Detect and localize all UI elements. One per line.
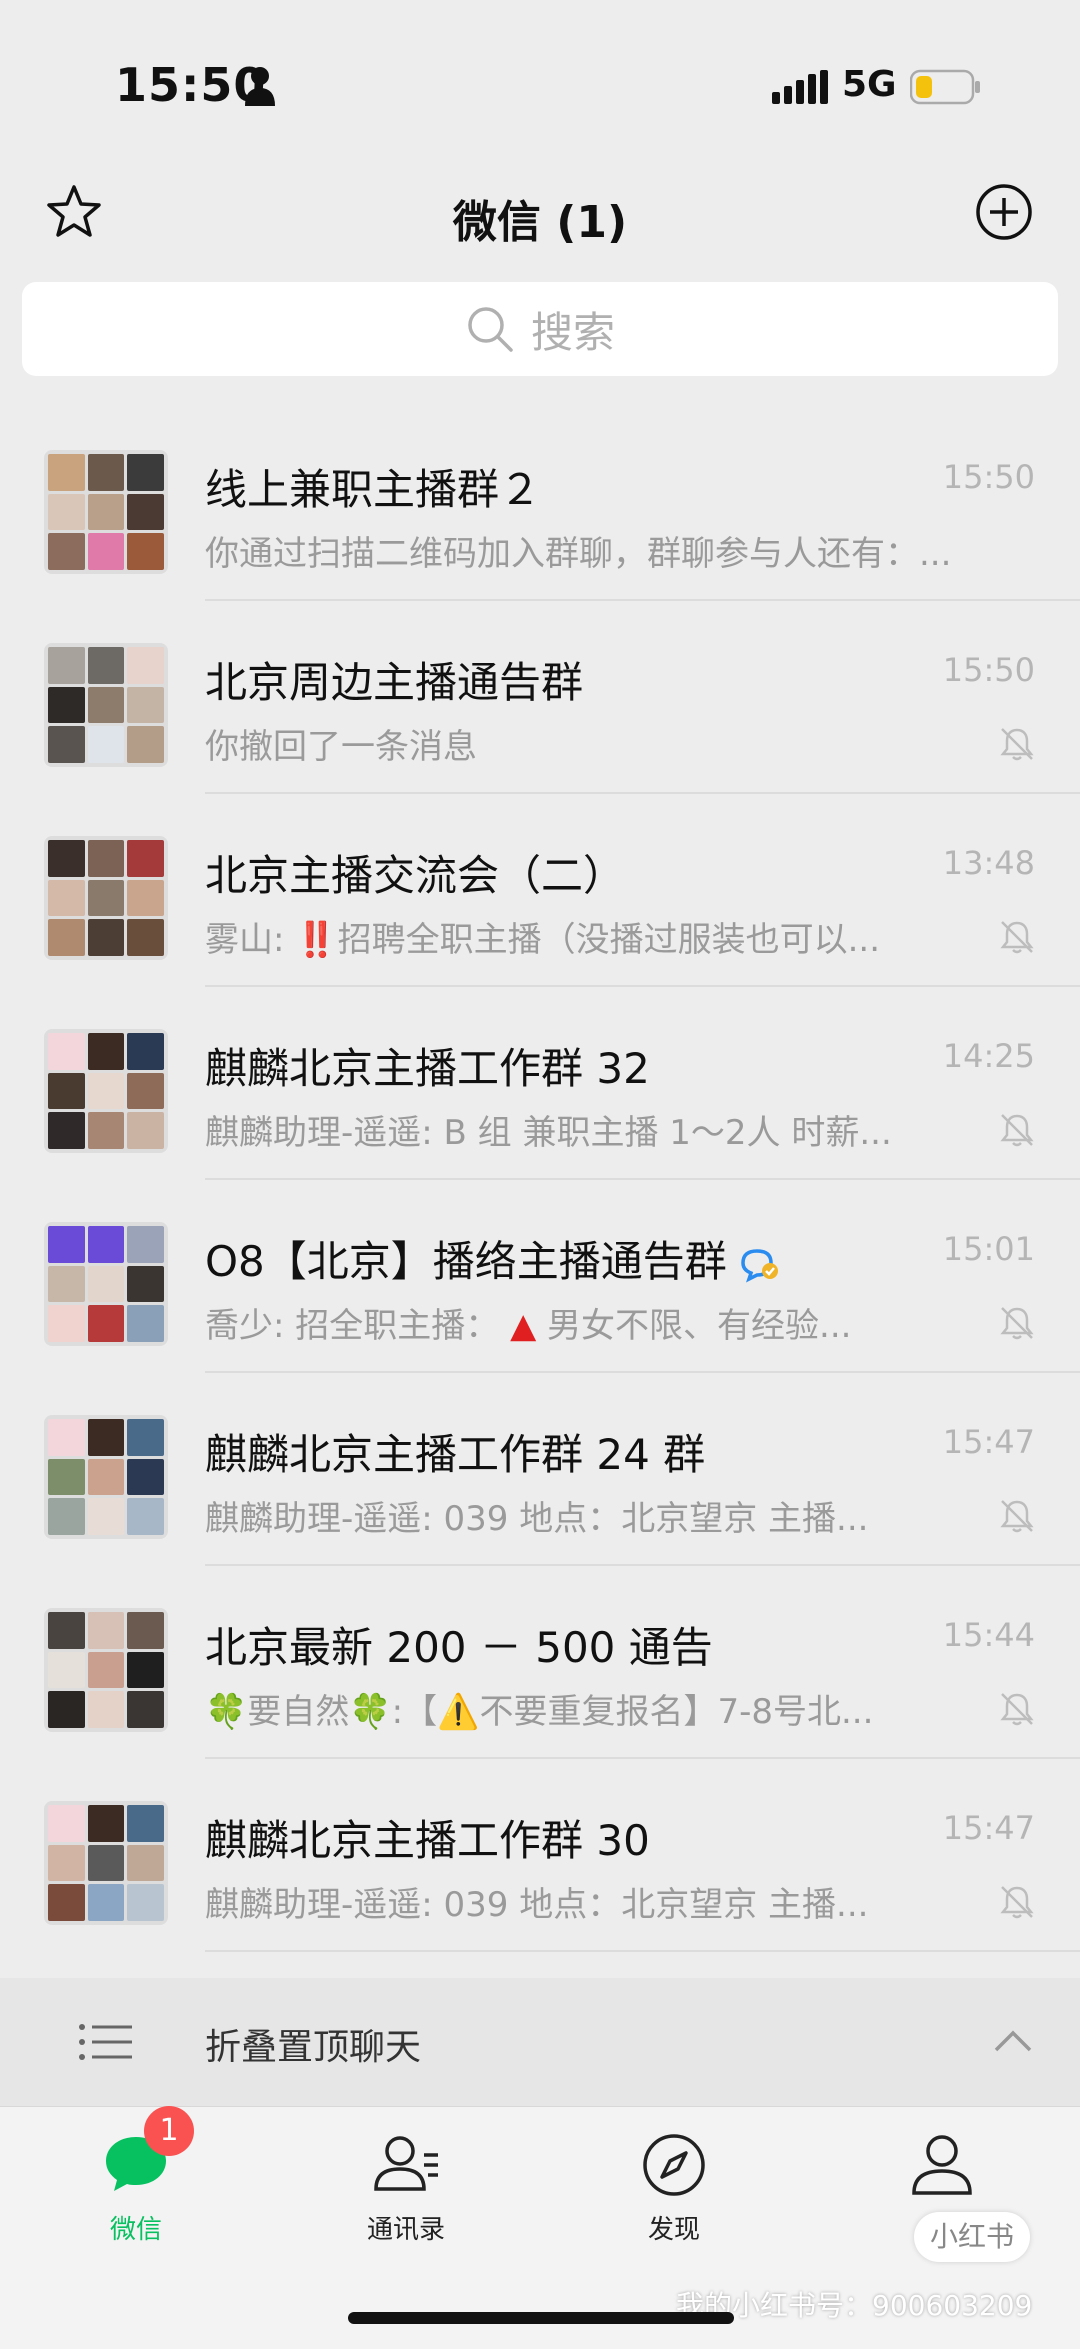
chat-time: 15:47 (942, 1423, 1035, 1461)
chat-preview: 雾山: ‼️招聘全职主播（没播过服装也可以... (205, 920, 881, 960)
unread-badge: 1 (144, 2106, 194, 2156)
chat-row[interactable]: 北京最新 200 － 500 通告 15:44 🍀要自然🍀:【⚠️不要重复报名】… (0, 1566, 1080, 1759)
group-avatar (44, 1222, 168, 1346)
chat-time: 15:50 (942, 651, 1035, 689)
chat-row[interactable]: 北京周边主播通告群 15:50 你撤回了一条消息 (0, 601, 1080, 794)
mute-icon (1000, 728, 1034, 761)
group-avatar (44, 1801, 168, 1925)
chat-name: 麒麟北京主播工作群 24 群 (205, 1430, 706, 1479)
chevron-up-icon[interactable] (990, 2022, 1036, 2058)
person-icon (912, 2135, 972, 2195)
mute-icon (1000, 1500, 1034, 1533)
tab-label: 发现 (647, 2215, 700, 2245)
chat-preview: 麒麟助理-遥遥: 039 地点：北京望京 主播... (205, 1885, 869, 1925)
chat-preview: 麒麟助理-遥遥: 039 地点：北京望京 主播... (205, 1499, 869, 1539)
battery-icon (910, 69, 980, 105)
chat-preview: 你撤回了一条消息 (205, 727, 477, 767)
chat-time: 15:50 (942, 458, 1035, 496)
chat-row[interactable]: 麒麟北京主播工作群 24 群 15:47 麒麟助理-遥遥: 039 地点：北京望… (0, 1373, 1080, 1566)
tab-label: 微信 (109, 2215, 162, 2245)
search-placeholder: 搜索 (530, 307, 615, 357)
chat-time: 15:01 (942, 1230, 1035, 1268)
chat-preview: 你通过扫描二维码加入群聊，群聊参与人还有：... (205, 534, 952, 574)
tab-chats[interactable]: 微信 (36, 2127, 236, 2246)
chat-row[interactable]: 北京主播交流会（二） 13:48 雾山: ‼️招聘全职主播（没播过服装也可以..… (0, 794, 1080, 987)
chat-preview: 喬少: 招全职主播： ▲ 男女不限、有经验... (205, 1306, 852, 1346)
signal-icon (772, 70, 828, 104)
group-avatar (44, 1608, 168, 1732)
group-avatar (44, 450, 168, 574)
tab-contacts[interactable]: 通讯录 (306, 2127, 506, 2246)
group-avatar (44, 836, 168, 960)
chat-time: 13:48 (942, 844, 1035, 882)
group-avatar (44, 643, 168, 767)
chat-preview: 麒麟助理-遥遥: B 组 兼职主播 1～2人 时薪... (205, 1113, 892, 1153)
person-status-icon (245, 67, 275, 106)
chat-name: 麒麟北京主播工作群 30 (205, 1816, 650, 1865)
chat-list: 线上兼职主播群２ 15:50 你通过扫描二维码加入群聊，群聊参与人还有：... … (0, 408, 1080, 1952)
add-icon[interactable] (974, 182, 1034, 242)
chat-time: 14:25 (942, 1037, 1035, 1075)
chat-bubble-badge-icon (741, 1248, 778, 1282)
compass-icon (643, 2134, 705, 2196)
page-title: 微信 (1) (452, 197, 628, 248)
watermark-logo: 小红书 (914, 2212, 1030, 2262)
chat-name: 北京最新 200 － 500 通告 (205, 1623, 713, 1672)
chat-time: 15:44 (942, 1616, 1035, 1654)
mute-icon (1000, 1886, 1034, 1919)
home-indicator[interactable] (348, 2312, 734, 2324)
divider (205, 1950, 1080, 1952)
mute-icon (1000, 1114, 1034, 1147)
folded-pinned-label: 折叠置顶聊天 (205, 2027, 422, 2068)
tab-discover[interactable]: 发现 (574, 2127, 774, 2246)
folded-pinned-chats[interactable]: 折叠置顶聊天 (0, 1978, 1080, 2106)
group-avatar (44, 1415, 168, 1539)
chat-row[interactable]: 麒麟北京主播工作群 32 14:25 麒麟助理-遥遥: B 组 兼职主播 1～2… (0, 987, 1080, 1180)
mute-icon (1000, 921, 1034, 954)
chat-row[interactable]: 线上兼职主播群２ 15:50 你通过扫描二维码加入群聊，群聊参与人还有：... (0, 408, 1080, 601)
chat-time: 15:47 (942, 1809, 1035, 1847)
chat-name: 线上兼职主播群２ (205, 465, 542, 514)
contacts-icon (374, 2136, 438, 2191)
status-bar: 15:50 5G (0, 0, 1080, 170)
search-icon (468, 307, 513, 352)
tab-label: 通讯录 (366, 2215, 445, 2245)
chat-row[interactable]: 麒麟北京主播工作群 30 15:47 麒麟助理-遥遥: 039 地点：北京望京 … (0, 1759, 1080, 1952)
search-bar[interactable]: 搜索 (22, 282, 1058, 376)
chat-name: O8【北京】播络主播通告群 (205, 1228, 783, 1289)
chat-name: 麒麟北京主播工作群 32 (205, 1044, 650, 1093)
chat-name: 北京主播交流会（二） (205, 851, 626, 900)
group-avatar (44, 1029, 168, 1153)
chat-name: 北京周边主播通告群 (205, 658, 584, 707)
chat-preview: 🍀要自然🍀:【⚠️不要重复报名】7-8号北... (205, 1692, 874, 1732)
mute-icon (1000, 1307, 1034, 1340)
mute-icon (1000, 1693, 1034, 1726)
network-type: 5G (842, 64, 897, 105)
chat-row[interactable]: O8【北京】播络主播通告群 15:01 喬少: 招全职主播： ▲ 男女不限、有经… (0, 1180, 1080, 1373)
list-icon (79, 2024, 132, 2060)
